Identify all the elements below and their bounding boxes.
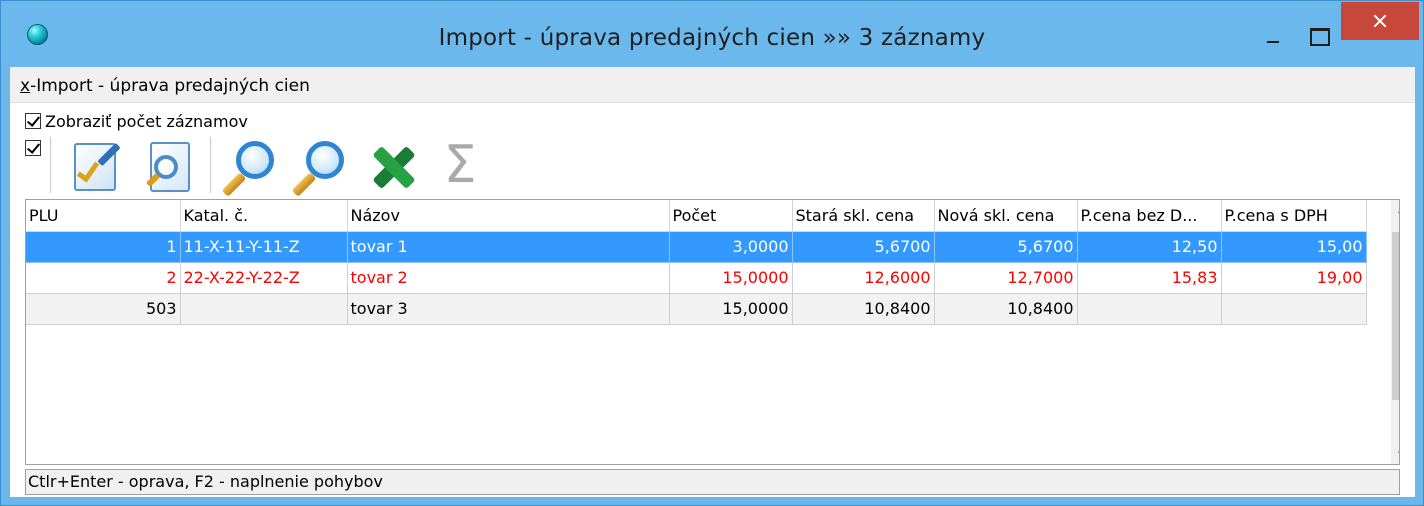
menu-import[interactable]: x-Import - úprava predajných cien — [20, 76, 310, 96]
search-icon[interactable] — [221, 137, 278, 197]
column-header[interactable]: P.cena s DPH — [1221, 200, 1367, 232]
table-row[interactable]: 1 11-X-11-Y-11-Z tovar 1 3,0000 5,6700 5… — [26, 231, 1367, 263]
cell-catalog[interactable] — [180, 293, 348, 325]
column-header[interactable]: PLU — [26, 200, 181, 232]
column-header[interactable]: Nová skl. cena — [934, 200, 1078, 232]
cell-price-net[interactable] — [1077, 293, 1222, 325]
preview-document-icon[interactable] — [142, 137, 198, 197]
cell-new-price[interactable]: 5,6700 — [934, 231, 1078, 263]
cell-new-price[interactable]: 12,7000 — [934, 262, 1078, 294]
close-icon[interactable] — [1341, 2, 1419, 40]
show-count-label: Zobraziť počet záznamov — [45, 111, 248, 131]
cell-name[interactable]: tovar 1 — [347, 231, 670, 263]
minimize-icon[interactable] — [1250, 11, 1297, 55]
cell-name[interactable]: tovar 3 — [347, 293, 670, 325]
title-bar[interactable]: Import - úprava predajných cien »» 3 záz… — [1, 1, 1423, 67]
show-count-option[interactable]: Zobraziť počet záznamov — [25, 110, 248, 132]
toolbar-separator — [210, 137, 212, 193]
menu-accelerator: x — [20, 76, 31, 96]
cell-price-net[interactable]: 15,83 — [1077, 262, 1222, 294]
cell-price-net[interactable]: 12,50 — [1077, 231, 1222, 263]
cell-price-vat[interactable]: 19,00 — [1221, 262, 1367, 294]
column-header[interactable]: Počet — [669, 200, 793, 232]
show-count-checkbox[interactable] — [25, 113, 41, 129]
cell-plu[interactable]: 2 — [26, 262, 181, 294]
column-header[interactable]: P.cena bez D... — [1077, 200, 1222, 232]
vertical-scrollbar[interactable]: ⌃ ⌄ — [1391, 200, 1399, 464]
edit-document-icon[interactable] — [68, 137, 124, 197]
scroll-up-icon[interactable]: ⌃ — [1391, 205, 1399, 225]
cell-catalog[interactable]: 11-X-11-Y-11-Z — [180, 231, 348, 263]
search-next-icon[interactable] — [291, 137, 348, 197]
table-row[interactable]: 503 tovar 3 15,0000 10,8400 10,8400 — [26, 293, 1367, 325]
table-row[interactable]: 2 22-X-22-Y-22-Z tovar 2 15,0000 12,6000… — [26, 262, 1367, 294]
column-header[interactable]: Názov — [347, 200, 670, 232]
cell-old-price[interactable]: 5,6700 — [792, 231, 935, 263]
toolbar-checkbox[interactable] — [25, 140, 41, 156]
window: Import - úprava predajných cien »» 3 záz… — [0, 0, 1424, 506]
excel-export-icon[interactable] — [366, 139, 422, 195]
client-area: x-Import - úprava predajných cien Zobraz… — [10, 67, 1415, 497]
status-bar: Ctlr+Enter - oprava, F2 - naplnenie pohy… — [25, 469, 1400, 495]
table-header: PLU Katal. č. Názov Počet Stará skl. cen… — [26, 200, 1367, 232]
records-grid[interactable]: PLU Katal. č. Názov Počet Stará skl. cen… — [25, 199, 1400, 465]
cell-count[interactable]: 3,0000 — [669, 231, 793, 263]
cell-name[interactable]: tovar 2 — [347, 262, 670, 294]
cell-price-vat[interactable]: 15,00 — [1221, 231, 1367, 263]
cell-plu[interactable]: 503 — [26, 293, 181, 325]
cell-new-price[interactable]: 10,8400 — [934, 293, 1078, 325]
cell-count[interactable]: 15,0000 — [669, 293, 793, 325]
cell-old-price[interactable]: 10,8400 — [792, 293, 935, 325]
scroll-down-icon[interactable]: ⌄ — [1391, 440, 1399, 460]
menu-label: -Import - úprava predajných cien — [30, 76, 310, 96]
cell-old-price[interactable]: 12,6000 — [792, 262, 935, 294]
cell-price-vat[interactable] — [1221, 293, 1367, 325]
scrollbar-thumb[interactable] — [1392, 232, 1399, 400]
column-header[interactable]: Katal. č. — [180, 200, 348, 232]
window-title: Import - úprava predajných cien »» 3 záz… — [438, 25, 986, 51]
cell-catalog[interactable]: 22-X-22-Y-22-Z — [180, 262, 348, 294]
cell-count[interactable]: 15,0000 — [669, 262, 793, 294]
toolbar-separator — [50, 137, 52, 193]
records-table: PLU Katal. č. Názov Počet Stará skl. cen… — [26, 200, 1367, 325]
cell-plu[interactable]: 1 — [26, 231, 181, 263]
status-text: Ctlr+Enter - oprava, F2 - naplnenie pohy… — [28, 472, 383, 491]
menu-bar: x-Import - úprava predajných cien — [10, 67, 1415, 103]
column-header[interactable]: Stará skl. cena — [792, 200, 935, 232]
maximize-icon[interactable] — [1297, 11, 1341, 55]
sum-icon[interactable]: Σ — [440, 133, 480, 197]
